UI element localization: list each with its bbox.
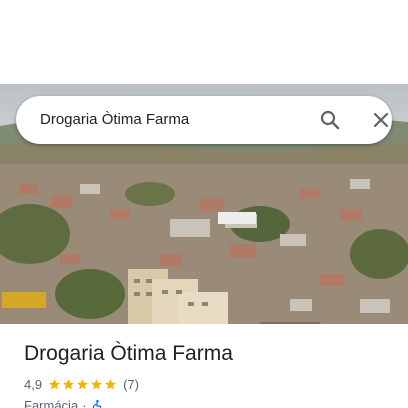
top-blank-area [0,0,408,84]
search-icon[interactable] [318,108,342,132]
category-row: Farmácia · [24,398,104,408]
rating-row[interactable]: 4,9 (7) [24,376,139,392]
wheelchair-icon [91,399,104,408]
star-icon [77,378,88,389]
rating-value: 4,9 [24,376,43,392]
star-icon [91,378,102,389]
place-title: Drogaria Òtima Farma [24,342,233,365]
star-icon [49,378,60,389]
separator-dot: · [82,398,87,408]
place-category: Farmácia [24,398,79,408]
star-icon [63,378,74,389]
close-icon[interactable] [369,108,393,132]
star-icon [105,378,116,389]
star-rating [48,378,117,391]
search-input[interactable]: Drogaria Òtima Farma [40,96,189,144]
review-count[interactable]: (7) [123,377,139,392]
search-bar[interactable]: Drogaria Òtima Farma [16,96,392,144]
